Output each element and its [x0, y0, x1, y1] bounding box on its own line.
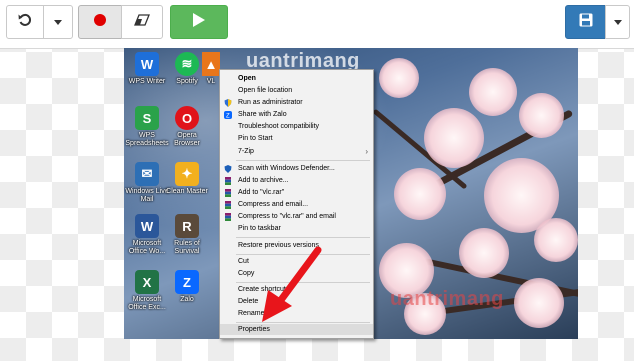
undo-icon — [18, 13, 32, 32]
menu-item-troubleshoot-compatibility[interactable]: Troubleshoot compatibility — [220, 121, 373, 132]
desktop-icon-opera[interactable]: O Opera Browser — [164, 106, 210, 148]
erase-button[interactable] — [121, 5, 163, 39]
menu-item-pin-to-taskbar[interactable]: Pin to taskbar — [220, 223, 373, 234]
menu-item-compress-and-email[interactable]: Compress and email... — [220, 199, 373, 210]
windows-live-mail-icon: ✉ — [135, 162, 159, 186]
play-button[interactable] — [170, 5, 228, 39]
eraser-icon — [133, 13, 151, 31]
save-button[interactable] — [565, 5, 606, 39]
red-arrow-icon — [262, 246, 322, 322]
zalo-icon: Z — [175, 270, 199, 294]
menu-item-add-to-archive[interactable]: Add to archive... — [220, 175, 373, 186]
shield-icon — [224, 99, 232, 107]
winrar-icon — [225, 201, 231, 209]
vlc-icon: ▲ — [202, 52, 220, 76]
wps-writer-icon: W — [135, 52, 159, 76]
menu-separator — [236, 160, 370, 161]
desktop-icon-rules-of-survival[interactable]: R Rules of Survival — [164, 214, 210, 256]
defender-icon — [224, 165, 232, 173]
chevron-down-icon — [613, 19, 622, 25]
rules-of-survival-icon: R — [175, 214, 199, 238]
menu-item-open[interactable]: Open — [220, 73, 373, 84]
wps-spreadsheets-icon: S — [135, 106, 159, 130]
menu-item-7-zip[interactable]: 7-Zip › — [220, 146, 373, 157]
clean-master-icon: ✦ — [175, 162, 199, 186]
toolbar — [0, 0, 634, 49]
spotify-icon: ≋ — [175, 52, 199, 76]
menu-item-add-to-vlc-rar[interactable]: Add to "vlc.rar" — [220, 187, 373, 198]
menu-item-compress-to-vlc-rar-and-email[interactable]: Compress to "vlc.rar" and email — [220, 211, 373, 222]
record-button[interactable] — [78, 5, 122, 39]
winrar-icon — [225, 213, 231, 221]
undo-button[interactable] — [6, 5, 44, 39]
winrar-icon — [225, 189, 231, 197]
excel-icon: X — [135, 270, 159, 294]
desktop-icon-zalo[interactable]: Z Zalo — [164, 270, 210, 304]
record-dot-icon — [93, 13, 107, 32]
menu-item-share-with-zalo[interactable]: Z Share with Zalo — [220, 109, 373, 120]
save-dropdown-button[interactable] — [605, 5, 630, 39]
chevron-right-icon: › — [365, 147, 368, 156]
menu-item-pin-to-start[interactable]: Pin to Start — [220, 133, 373, 144]
desktop-icon-vlc[interactable]: ▲ VL — [202, 52, 220, 86]
undo-dropdown-button[interactable] — [43, 5, 73, 39]
chevron-down-icon — [54, 19, 62, 25]
desktop-icon-clean-master[interactable]: ✦ Clean Master — [164, 162, 210, 196]
word-icon: W — [135, 214, 159, 238]
menu-item-scan-with-windows-defender[interactable]: Scan with Windows Defender... — [220, 163, 373, 174]
play-icon — [192, 12, 206, 33]
watermark-bottom: uantrimang — [390, 288, 504, 310]
menu-item-open-file-location[interactable]: Open file location — [220, 85, 373, 96]
winrar-icon — [225, 177, 231, 185]
floppy-disk-icon — [579, 13, 593, 32]
zalo-share-icon: Z — [224, 111, 232, 119]
menu-item-run-as-administrator[interactable]: Run as administrator — [220, 97, 373, 108]
svg-text:Z: Z — [226, 114, 230, 120]
opera-icon: O — [175, 106, 199, 130]
menu-separator — [236, 237, 370, 238]
